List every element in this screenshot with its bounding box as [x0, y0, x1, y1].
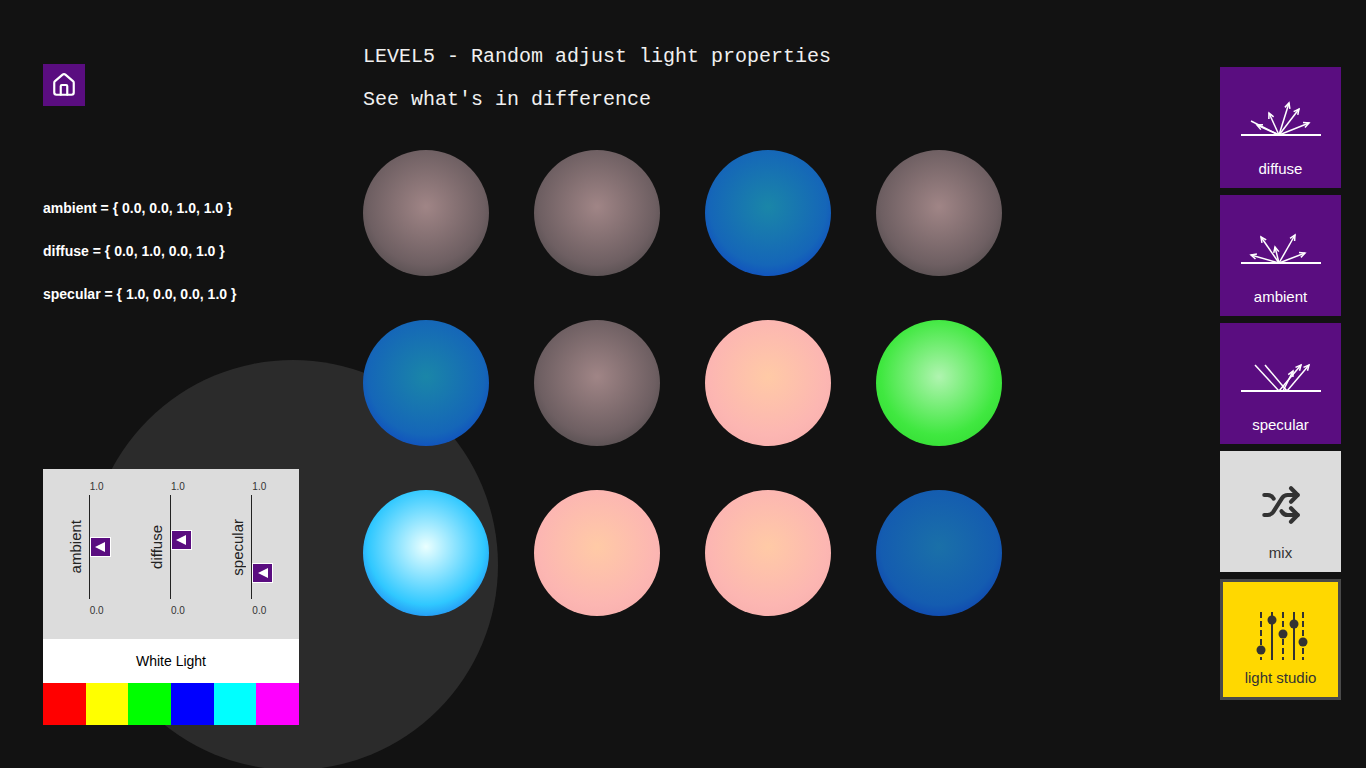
sphere[interactable] — [876, 320, 1002, 446]
sphere[interactable] — [363, 150, 489, 276]
sphere-grid — [363, 150, 1220, 616]
color-swatch[interactable] — [256, 683, 299, 725]
slider-max-label: 1.0 — [252, 481, 266, 493]
property-text: specular = { 1.0, 0.0, 0.0, 1.0 } — [43, 284, 363, 305]
right-menu: diffuse ambient specular mix light studio — [1220, 0, 1366, 768]
slider-label: specular — [229, 519, 247, 576]
light-slider: 1.0 ambient 0.0 — [55, 481, 125, 617]
property-list: ambient = { 0.0, 0.0, 1.0, 1.0 } diffuse … — [43, 198, 363, 305]
specular-reflection-icon — [1239, 355, 1323, 399]
level-title: LEVEL5 - Random adjust light properties — [363, 44, 1220, 70]
left-panel: ambient = { 0.0, 0.0, 1.0, 1.0 } diffuse … — [0, 0, 363, 768]
color-swatch[interactable] — [86, 683, 129, 725]
slider-max-label: 1.0 — [90, 481, 104, 493]
tile-label: ambient — [1254, 288, 1307, 306]
ambient-reflection-icon — [1239, 227, 1323, 271]
shuffle-icon — [1261, 485, 1301, 525]
slider-label: diffuse — [148, 525, 166, 569]
sphere[interactable] — [534, 150, 660, 276]
triangle-icon — [175, 534, 187, 546]
sphere[interactable] — [534, 320, 660, 446]
sphere[interactable] — [876, 490, 1002, 616]
menu-tile[interactable]: light studio — [1220, 579, 1341, 700]
light-studio-panel: 1.0 ambient 0.0 1.0 diffuse 0.0 1.0 specular 0.0… — [43, 469, 299, 725]
color-swatch[interactable] — [214, 683, 257, 725]
property-text: diffuse = { 0.0, 1.0, 0.0, 1.0 } — [43, 241, 363, 262]
slider-handle[interactable] — [252, 563, 273, 583]
slider-min-label: 0.0 — [90, 605, 104, 617]
color-swatch[interactable] — [128, 683, 171, 725]
sphere[interactable] — [705, 150, 831, 276]
tile-label: mix — [1269, 544, 1292, 562]
home-icon — [51, 72, 77, 98]
sphere[interactable] — [876, 150, 1002, 276]
triangle-icon — [94, 541, 106, 553]
sphere[interactable] — [705, 320, 831, 446]
tile-label: diffuse — [1259, 160, 1303, 178]
slider-max-label: 1.0 — [171, 481, 185, 493]
slider-min-label: 0.0 — [252, 605, 266, 617]
sliders-icon — [1253, 610, 1309, 662]
sphere[interactable] — [705, 490, 831, 616]
light-slider: 1.0 specular 0.0 — [217, 481, 287, 617]
slider-label: ambient — [67, 520, 85, 573]
sphere[interactable] — [363, 490, 489, 616]
home-button[interactable] — [43, 64, 85, 106]
tile-label: light studio — [1245, 669, 1317, 687]
menu-tile[interactable]: mix — [1220, 451, 1341, 572]
slider-handle[interactable] — [171, 530, 192, 550]
menu-tile[interactable]: diffuse — [1220, 67, 1341, 188]
level-subtitle: See what's in difference — [363, 87, 1220, 113]
menu-tile[interactable]: specular — [1220, 323, 1341, 444]
color-swatch[interactable] — [171, 683, 214, 725]
sphere[interactable] — [363, 320, 489, 446]
diffuse-reflection-icon — [1239, 99, 1323, 143]
color-swatch[interactable] — [43, 683, 86, 725]
sphere[interactable] — [534, 490, 660, 616]
menu-tile[interactable]: ambient — [1220, 195, 1341, 316]
main-area: LEVEL5 - Random adjust light properties S… — [363, 0, 1220, 768]
slider-min-label: 0.0 — [171, 605, 185, 617]
light-slider: 1.0 diffuse 0.0 — [136, 481, 206, 617]
app-screen: ambient = { 0.0, 0.0, 1.0, 1.0 } diffuse … — [0, 0, 1366, 768]
slider-handle[interactable] — [90, 537, 111, 557]
light-name: White Light — [43, 639, 299, 683]
property-text: ambient = { 0.0, 0.0, 1.0, 1.0 } — [43, 198, 363, 219]
tile-label: specular — [1252, 416, 1309, 434]
triangle-icon — [257, 567, 269, 579]
